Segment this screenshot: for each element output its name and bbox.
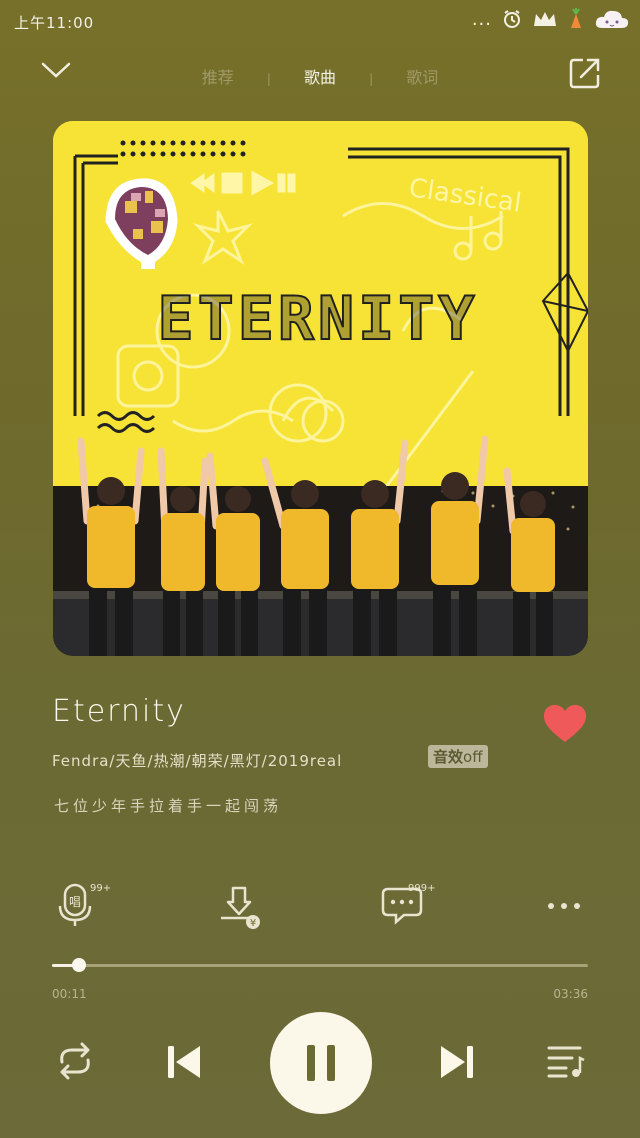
tab-bar: 推荐 | 歌曲 | 歌词 — [0, 64, 640, 88]
sound-effect-toggle[interactable]: 音效off — [428, 745, 488, 768]
status-icons: ... — [472, 8, 630, 30]
svg-text:¥: ¥ — [250, 918, 256, 929]
sing-button[interactable]: 唱 — [55, 882, 95, 932]
progress-handle[interactable] — [71, 958, 86, 972]
tab-separator: | — [369, 72, 374, 86]
svg-text:唱: 唱 — [69, 895, 81, 909]
sound-effect-state: off — [463, 748, 483, 766]
tab-lyrics[interactable]: 歌词 — [406, 68, 438, 87]
heart-icon[interactable] — [542, 704, 588, 744]
repeat-icon[interactable] — [54, 1042, 96, 1080]
pause-button[interactable] — [270, 1012, 372, 1114]
tab-recommend[interactable]: 推荐 — [202, 68, 234, 87]
next-track-icon[interactable] — [437, 1044, 475, 1080]
status-time: 上午11:00 — [14, 14, 95, 32]
download-icon: ¥ — [221, 886, 260, 929]
carrot-icon — [571, 8, 581, 28]
share-icon[interactable] — [568, 56, 602, 90]
crown-icon — [534, 12, 556, 26]
comment-count-badge: 999+ — [408, 883, 436, 894]
lyric-line: 七位少年手拉着手一起闯荡 — [54, 797, 283, 815]
current-time: 00:11 — [52, 987, 87, 1001]
cover-title-art-shadow: ETERNITY — [158, 284, 479, 354]
album-cover[interactable]: Classical ETERNITY ETERNITY — [53, 121, 588, 656]
tab-separator: | — [266, 72, 271, 86]
status-more-dots: ... — [471, 8, 492, 30]
alarm-icon — [504, 10, 520, 28]
microphone-icon: 唱 — [58, 883, 92, 926]
pause-icon — [307, 1045, 335, 1081]
song-title: Eternity — [52, 694, 186, 729]
total-time: 03:36 — [553, 987, 588, 1001]
download-button[interactable]: ¥ — [218, 884, 264, 934]
previous-track-icon[interactable] — [166, 1044, 204, 1080]
cloud-icon — [595, 10, 629, 28]
progress-track[interactable] — [52, 964, 588, 967]
playlist-icon[interactable] — [546, 1044, 586, 1080]
more-options-icon[interactable] — [546, 900, 582, 912]
tab-song[interactable]: 歌曲 — [304, 68, 336, 87]
sing-count-badge: 99+ — [90, 883, 112, 894]
sound-effect-label: 音效 — [433, 748, 464, 766]
artist-list[interactable]: Fendra/天鱼/热潮/朝荣/黑灯/2019real — [52, 750, 342, 771]
